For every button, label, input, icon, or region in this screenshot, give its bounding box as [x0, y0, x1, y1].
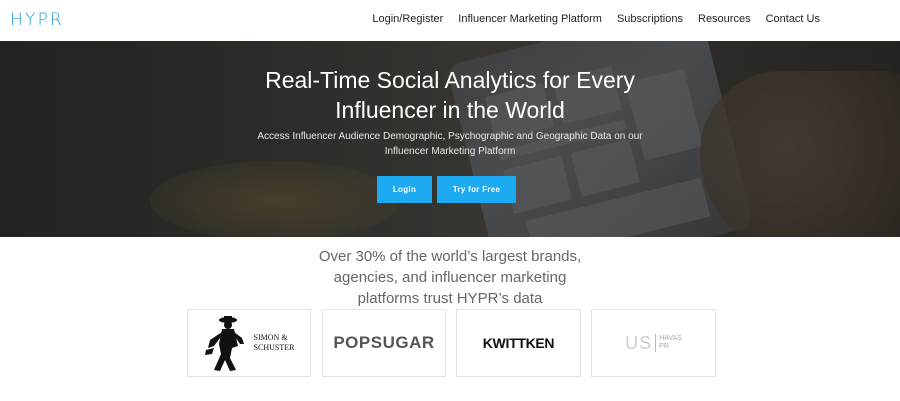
sower-icon [204, 316, 244, 371]
nav-resources[interactable]: Resources [698, 13, 751, 25]
try-for-free-button[interactable]: Try for Free [437, 176, 516, 203]
trust-statement: Over 30% of the world’s largest brands, … [318, 248, 582, 307]
hero-section: Real-Time Social Analytics for Every Inf… [0, 41, 900, 237]
nav-influencer-marketing-platform[interactable]: Influencer Marketing Platform [458, 13, 602, 25]
hypr-logo[interactable]: HYPR [10, 10, 64, 30]
nav-subscriptions[interactable]: Subscriptions [617, 13, 683, 25]
client-logo-havas-pr: US HAVAS PR [591, 309, 716, 377]
nav-login-register[interactable]: Login/Register [372, 13, 443, 25]
login-button[interactable]: Login [377, 176, 432, 203]
us-logo-text: US [625, 332, 653, 353]
logo-text: HYPR [10, 10, 65, 30]
client-logo-simon-schuster: SIMON & SCHUSTER [187, 309, 311, 377]
nav-contact-us[interactable]: Contact Us [766, 13, 820, 25]
kwittken-logo-text: KWITTKEN [482, 335, 555, 351]
main-nav: Login/Register Influencer Marketing Plat… [372, 13, 820, 25]
hero-subtitle: Access Influencer Audience Demographic, … [257, 131, 643, 157]
logo-divider [655, 334, 657, 352]
popsugar-logo-text: POPSUGAR [333, 333, 435, 352]
hero-title: Real-Time Social Analytics for Every Inf… [265, 67, 635, 123]
client-logo-kwittken: KWITTKEN [456, 309, 581, 377]
client-logo-popsugar: POPSUGAR [322, 309, 446, 377]
top-header: HYPR Login/Register Influencer Marketing… [0, 0, 900, 41]
